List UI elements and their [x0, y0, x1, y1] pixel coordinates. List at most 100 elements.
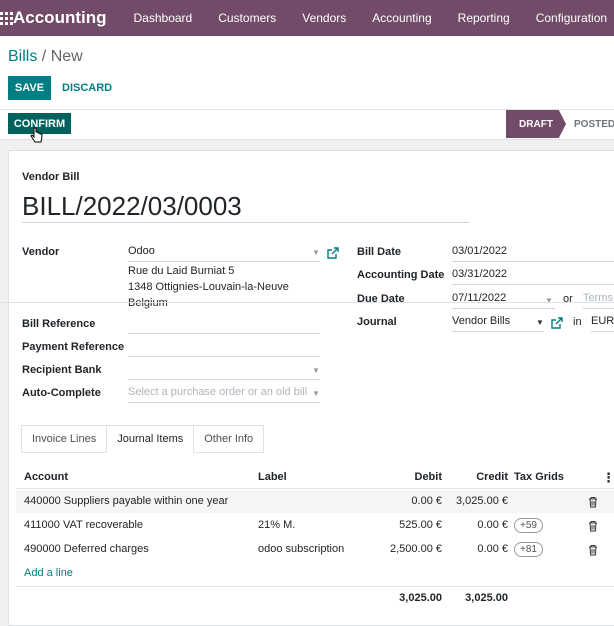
accounting-date-input[interactable]: 03/31/2022	[452, 265, 614, 285]
row-credit: 0.00 €	[477, 543, 508, 555]
column-options-icon[interactable]: ⋮	[602, 466, 612, 489]
trash-icon[interactable]	[588, 538, 600, 561]
vendor-address-city: 1348 Ottignies-Louvain-la-Neuve	[128, 281, 289, 293]
table-row[interactable]: 490000 Deferred charges odoo subscriptio…	[16, 538, 614, 561]
row-credit: 0.00 €	[477, 519, 508, 531]
status-posted[interactable]: POSTED	[566, 110, 614, 138]
table-row[interactable]: 411000 VAT recoverable 21% M. 525.00 € 0…	[16, 514, 614, 537]
column-tax-grids[interactable]: Tax Grids	[514, 466, 574, 489]
save-button[interactable]: SAVE	[8, 76, 51, 100]
row-label: 21% M.	[258, 519, 296, 531]
auto-complete-label: Auto-Complete	[22, 387, 101, 399]
row-credit: 3,025.00 €	[456, 495, 508, 507]
row-label: odoo subscription	[258, 543, 345, 555]
journal-value: Vendor Bills	[452, 315, 511, 327]
trash-icon[interactable]	[588, 514, 600, 537]
tax-grid-badge[interactable]: +59	[514, 518, 543, 533]
column-credit[interactable]: Credit	[444, 466, 508, 489]
breadcrumb-separator: /	[37, 48, 51, 65]
journal-field[interactable]: Vendor Bills	[452, 312, 544, 332]
tabs-divider	[0, 302, 614, 303]
menu-vendors[interactable]: Vendors	[289, 0, 359, 36]
tab-other-info[interactable]: Other Info	[193, 425, 265, 453]
vendor-value: Odoo	[128, 245, 155, 257]
due-date-dropdown-icon[interactable]: ▼	[545, 296, 553, 305]
row-tax-grid: +59	[514, 514, 574, 537]
auto-complete-field[interactable]: Select a purchase order or an old bill	[128, 383, 320, 403]
trash-icon[interactable]	[588, 490, 600, 513]
mouse-pointer-icon	[30, 127, 43, 143]
row-debit: 525.00 €	[399, 519, 442, 531]
in-text: in	[573, 316, 582, 328]
recipient-bank-label: Recipient Bank	[22, 364, 102, 376]
vendor-address-street: Rue du Laid Burniat 5	[128, 265, 235, 277]
recipient-bank-dropdown-icon[interactable]: ▼	[312, 366, 320, 375]
status-draft[interactable]: DRAFT	[506, 110, 566, 138]
bill-reference-input[interactable]	[128, 314, 320, 334]
column-debit[interactable]: Debit	[350, 466, 443, 489]
bill-date-value: 03/01/2022	[452, 245, 508, 257]
payment-reference-label: Payment Reference	[22, 341, 125, 353]
payment-terms-field[interactable]: Terms	[583, 289, 614, 309]
row-account: 411000 VAT recoverable	[24, 519, 144, 531]
menu-customers[interactable]: Customers	[205, 0, 289, 36]
top-navbar: Accounting Dashboard Customers Vendors A…	[0, 0, 614, 36]
bill-date-input[interactable]: 03/01/2022	[452, 242, 614, 262]
vendor-dropdown-icon[interactable]: ▼	[312, 248, 320, 257]
bill-date-label: Bill Date	[357, 246, 402, 258]
or-text: or	[563, 293, 573, 305]
column-account[interactable]: Account	[24, 466, 244, 489]
vendor-label: Vendor	[22, 246, 60, 258]
auto-complete-placeholder: Select a purchase order or an old bill	[128, 386, 308, 398]
total-debit: 3,025.00	[399, 592, 442, 604]
menu-reporting[interactable]: Reporting	[445, 0, 523, 36]
bill-name: BILL/2022/03/0003	[22, 191, 469, 223]
due-date-label: Due Date	[357, 293, 405, 305]
control-panel: Bills / New SAVE DISCARD	[0, 36, 614, 110]
currency-value: EUR	[591, 315, 614, 327]
breadcrumb-bills[interactable]: Bills	[8, 48, 37, 65]
total-credit: 3,025.00	[465, 592, 508, 604]
journal-label: Journal	[357, 316, 397, 328]
external-link-icon[interactable]	[327, 247, 339, 259]
menu-configuration[interactable]: Configuration	[523, 0, 614, 36]
currency-field[interactable]: EUR	[591, 312, 614, 332]
add-line-link[interactable]: Add a line	[24, 562, 124, 585]
row-label	[258, 490, 348, 513]
bill-reference-label: Bill Reference	[22, 318, 96, 330]
notebook-tabs: Invoice Lines Journal Items Other Info	[21, 425, 265, 453]
vendor-address-country: Belgium	[128, 297, 168, 309]
totals-row: 3,025.00 3,025.00	[16, 587, 614, 610]
vendor-field[interactable]: Odoo	[128, 242, 320, 262]
add-line-row: Add a line	[16, 562, 614, 585]
tab-invoice-lines[interactable]: Invoice Lines	[21, 425, 108, 453]
column-label[interactable]: Label	[258, 466, 348, 489]
move-type-label: Vendor Bill	[22, 171, 80, 183]
auto-complete-dropdown-icon[interactable]: ▼	[312, 389, 320, 398]
discard-button[interactable]: DISCARD	[62, 76, 112, 100]
accounting-date-label: Accounting Date	[357, 269, 445, 281]
tab-journal-items[interactable]: Journal Items	[106, 425, 195, 453]
breadcrumb-current: New	[50, 48, 83, 65]
row-debit: 2,500.00 €	[390, 543, 442, 555]
top-menu: Dashboard Customers Vendors Accounting R…	[121, 0, 614, 36]
accounting-date-value: 03/31/2022	[452, 268, 508, 280]
menu-accounting[interactable]: Accounting	[359, 0, 444, 36]
app-title[interactable]: Accounting	[13, 8, 107, 28]
due-date-input[interactable]: 07/11/2022	[452, 289, 555, 309]
row-tax-grid: +81	[514, 538, 574, 561]
breadcrumb: Bills / New	[8, 48, 83, 66]
row-debit: 0.00 €	[411, 495, 442, 507]
table-header: Account Label Debit Credit Tax Grids ⋮	[16, 466, 614, 489]
recipient-bank-field[interactable]	[128, 360, 320, 380]
apps-menu-icon[interactable]	[0, 0, 13, 36]
table-row[interactable]: 440000 Suppliers payable within one year…	[16, 490, 614, 513]
row-account: 440000 Suppliers payable within one year	[24, 495, 229, 507]
payment-reference-input[interactable]	[128, 337, 320, 357]
tax-grid-badge[interactable]: +81	[514, 542, 543, 557]
external-link-icon[interactable]	[551, 317, 563, 329]
menu-dashboard[interactable]: Dashboard	[121, 0, 206, 36]
journal-dropdown-icon[interactable]: ▼	[536, 318, 544, 327]
status-bar: CONFIRM DRAFT POSTED	[0, 110, 614, 143]
row-account: 490000 Deferred charges	[24, 543, 149, 555]
